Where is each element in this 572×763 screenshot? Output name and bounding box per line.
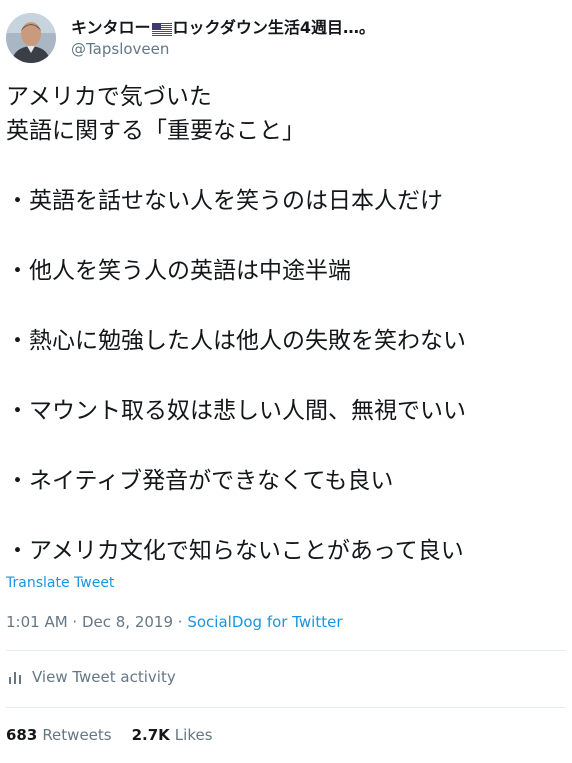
divider	[6, 650, 566, 651]
tweet-bullet: ・他人を笑う人の英語は中途半端	[6, 258, 351, 284]
display-name-part-2: ロックダウン生活4週目…。	[172, 17, 376, 37]
tweet-bullet: ・熱心に勉強した人は他人の失敗を笑わない	[6, 328, 466, 354]
retweets-count: 683	[6, 726, 38, 744]
translate-tweet-link[interactable]: Translate Tweet	[6, 575, 114, 591]
avatar-image	[6, 13, 56, 63]
tweet-time[interactable]: 1:01 AM	[6, 613, 68, 631]
tweet-date[interactable]: Dec 8, 2019	[82, 613, 173, 631]
retweets-label: Retweets	[42, 726, 112, 744]
tweet-bullet: ・英語を話せない人を笑うのは日本人だけ	[6, 188, 443, 214]
tweet-line: 英語に関する「重要なこと」	[6, 118, 305, 144]
view-tweet-activity-link[interactable]: View Tweet activity	[8, 668, 176, 686]
display-name-part-1: キンタロー	[71, 17, 151, 37]
likes-stat[interactable]: 2.7K Likes	[132, 726, 213, 744]
retweets-stat[interactable]: 683 Retweets	[6, 726, 112, 744]
tweet-bullet: ・ネイティブ発音ができなくても良い	[6, 468, 394, 494]
tweet-text: アメリカで気づいた 英語に関する「重要なこと」	[6, 80, 566, 148]
likes-count: 2.7K	[131, 726, 170, 744]
tweet-source-link[interactable]: SocialDog for Twitter	[187, 613, 342, 631]
view-tweet-activity-label: View Tweet activity	[32, 668, 176, 686]
divider	[6, 707, 566, 708]
tweet-bullet: ・マウント取る奴は悲しい人間、無視でいい	[6, 398, 466, 424]
bar-chart-icon	[8, 670, 22, 684]
tweet-stats: 683 Retweets 2.7K Likes	[6, 726, 233, 744]
us-flag-icon	[151, 21, 172, 36]
avatar[interactable]	[6, 13, 56, 63]
tweet-meta: 1:01 AM · Dec 8, 2019 · SocialDog for Tw…	[6, 613, 343, 631]
tweet-header: キンタロー ロックダウン生活4週目…。 @Tapsloveen	[6, 10, 566, 66]
meta-separator: ·	[173, 613, 188, 631]
meta-separator: ·	[67, 613, 82, 631]
display-name[interactable]: キンタロー ロックダウン生活4週目…。	[71, 18, 375, 37]
user-handle[interactable]: @Tapsloveen	[71, 40, 375, 58]
tweet-bullet: ・アメリカ文化で知らないことがあって良い	[6, 538, 464, 564]
tweet-line: アメリカで気づいた	[6, 84, 212, 110]
likes-label: Likes	[174, 726, 213, 744]
tweet-bullet-list: ・英語を話せない人を笑うのは日本人だけ ・他人を笑う人の英語は中途半端 ・熱心に…	[6, 183, 566, 603]
